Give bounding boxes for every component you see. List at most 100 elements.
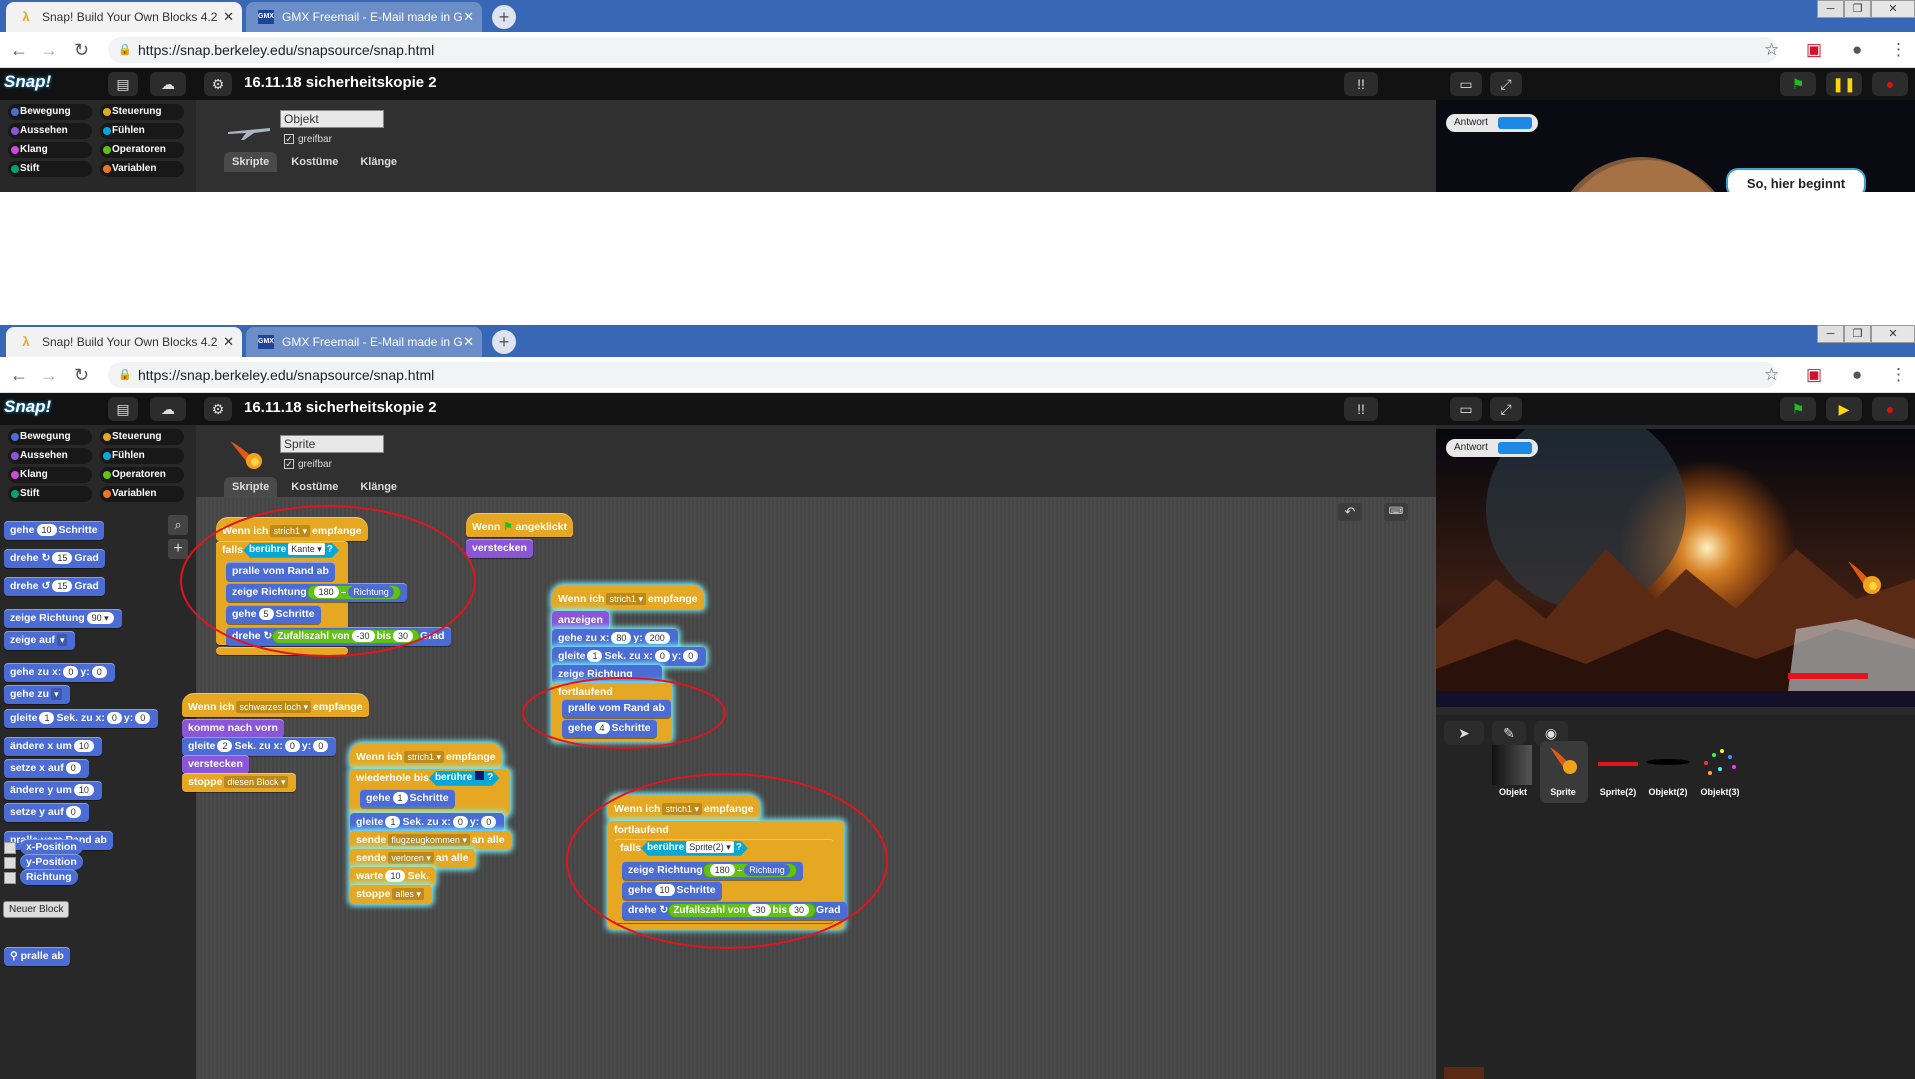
stop-icon[interactable]: ● — [1872, 397, 1908, 421]
paintbrush-icon[interactable]: ✎ — [1492, 721, 1526, 745]
palette-block-turn-left[interactable]: drehe ↺ 15 Grad — [4, 577, 105, 596]
new-tab-button[interactable]: + — [492, 5, 516, 29]
url-field[interactable]: 🔒 https://snap.berkeley.edu/snapsource/s… — [108, 37, 1778, 63]
block-glide[interactable]: gleite 1 Sek. zu x: 0 y: 0 — [552, 647, 707, 666]
palette-block-set-x[interactable]: setze x auf 0 — [4, 759, 89, 778]
undo-icon[interactable]: ↶ — [1338, 503, 1362, 521]
tab-skripte[interactable]: Skripte — [224, 152, 278, 172]
category-fuehlen[interactable]: Fühlen — [100, 123, 184, 139]
unused-blocks-icon[interactable]: !! — [1344, 397, 1378, 421]
palette-block-change-y[interactable]: ändere y um 10 — [4, 781, 102, 800]
stage-size-icon[interactable]: ▭ — [1450, 72, 1482, 96]
pause-icon[interactable]: ❚❚ — [1826, 72, 1862, 96]
corral-thumbnail[interactable] — [1646, 759, 1690, 765]
cloud-icon[interactable]: ☁ — [150, 397, 186, 421]
green-flag-icon[interactable]: ⚑ — [1780, 397, 1816, 421]
file-icon[interactable]: ▤ — [108, 397, 138, 421]
stage-thumbnail[interactable] — [1444, 1067, 1484, 1079]
profile-icon[interactable]: ● — [1852, 40, 1862, 60]
block-glide[interactable]: gleite 2 Sek. zu x: 0 y: 0 — [182, 737, 337, 756]
search-icon[interactable]: ⌕ — [168, 515, 188, 535]
block-hide[interactable]: verstecken — [182, 755, 249, 774]
category-steuerung[interactable]: Steuerung — [100, 104, 184, 120]
category-variablen[interactable]: Variablen — [100, 486, 184, 502]
reporter-x-position[interactable]: x-Position — [20, 839, 83, 855]
close-window-button[interactable]: ✕ — [1871, 325, 1915, 343]
extension-icon[interactable]: ▣ — [1806, 40, 1822, 60]
bookmark-star-icon[interactable]: ☆ — [1764, 365, 1779, 385]
category-bewegung[interactable]: Bewegung — [8, 104, 92, 120]
tab-kostueme[interactable]: Kostüme — [283, 477, 346, 497]
palette-block-point-towards[interactable]: zeige auf ▾ — [4, 631, 76, 650]
block-go-to-front[interactable]: komme nach vorn — [182, 719, 284, 738]
block-broadcast[interactable]: sende verloren ▾ an alle — [350, 849, 475, 868]
stage-size-icon[interactable]: ▭ — [1450, 397, 1482, 421]
category-fuehlen[interactable]: Fühlen — [100, 448, 184, 464]
block-stop[interactable]: stoppe alles ▾ — [350, 885, 432, 904]
add-icon[interactable]: + — [168, 539, 188, 559]
keyboard-icon[interactable]: ⌨ — [1384, 503, 1408, 521]
palette-block-goto-xy[interactable]: gehe zu x: 0 y: 0 — [4, 663, 115, 682]
palette-block-custom[interactable]: ⚲ pralle ab — [4, 947, 70, 966]
maximize-button[interactable]: ❐ — [1844, 0, 1871, 18]
block-wait[interactable]: warte 10 Sek. — [350, 867, 436, 886]
checkbox-direction[interactable] — [4, 872, 16, 884]
draggable-checkbox[interactable]: ✓ greifbar — [284, 134, 332, 145]
category-klang[interactable]: Klang — [8, 142, 92, 158]
category-aussehen[interactable]: Aussehen — [8, 123, 92, 139]
corral-thumbnail[interactable] — [1492, 745, 1532, 785]
settings-gear-icon[interactable]: ⚙ — [204, 72, 232, 96]
category-operatoren[interactable]: Operatoren — [100, 467, 184, 483]
reporter-y-position[interactable]: y-Position — [20, 854, 83, 870]
back-icon[interactable]: ← — [10, 365, 28, 385]
settings-gear-icon[interactable]: ⚙ — [204, 397, 232, 421]
browser-tab-snap[interactable]: λ Snap! Build Your Own Blocks 4.2 ✕ — [6, 2, 242, 32]
minimize-button[interactable]: ─ — [1817, 0, 1844, 18]
turtle-icon[interactable]: ➤ — [1444, 721, 1484, 745]
comet-sprite[interactable] — [1846, 559, 1886, 599]
checkbox-y-position[interactable] — [4, 857, 16, 869]
stop-icon[interactable]: ● — [1872, 72, 1908, 96]
category-variablen[interactable]: Variablen — [100, 161, 184, 177]
hat-block-receive[interactable]: Wenn ich strich1 ▾ empfange — [552, 585, 704, 609]
file-icon[interactable]: ▤ — [108, 72, 138, 96]
minimize-button[interactable]: ─ — [1817, 325, 1844, 343]
extension-icon[interactable]: ▣ — [1806, 365, 1822, 385]
scripting-area[interactable]: ↶ ⌨ Wenn ich strich1 ▾ empfange falls berüh… — [180, 497, 1436, 1079]
cloud-icon[interactable]: ☁ — [150, 72, 186, 96]
play-icon[interactable]: ▶ — [1826, 397, 1862, 421]
block-stop[interactable]: stoppe diesen Block ▾ — [182, 773, 297, 792]
palette-block-glide[interactable]: gleite 1 Sek. zu x: 0 y: 0 — [4, 709, 159, 728]
unused-blocks-icon[interactable]: !! — [1344, 72, 1378, 96]
forward-icon[interactable]: → — [40, 40, 58, 60]
sprite-name-input[interactable]: Sprite — [280, 435, 384, 453]
palette-block-turn-right[interactable]: drehe ↻ 15 Grad — [4, 549, 105, 568]
browser-tab-snap[interactable]: λ Snap! Build Your Own Blocks 4.2 ✕ — [6, 327, 242, 357]
sprite-name-input[interactable]: Objekt — [280, 110, 384, 128]
fullscreen-icon[interactable]: ⤢ — [1490, 72, 1522, 96]
category-klang[interactable]: Klang — [8, 467, 92, 483]
menu-icon[interactable]: ⋮ — [1890, 365, 1907, 385]
red-line-sprite[interactable] — [1788, 673, 1868, 679]
hat-block-receive[interactable]: Wenn ich strich1 ▾ empfange — [350, 743, 502, 767]
new-tab-button[interactable]: + — [492, 330, 516, 354]
back-icon[interactable]: ← — [10, 40, 28, 60]
block-show[interactable]: anzeigen — [552, 611, 609, 630]
block-goto-xy[interactable]: gehe zu x: 80 y: 200 — [552, 629, 678, 648]
url-field[interactable]: 🔒 https://snap.berkeley.edu/snapsource/s… — [108, 362, 1778, 388]
bookmark-star-icon[interactable]: ☆ — [1764, 40, 1779, 60]
stage[interactable]: Antwort So, hier beginnt — [1436, 100, 1915, 192]
corral-thumbnail[interactable] — [1598, 762, 1638, 766]
palette-block-goto[interactable]: gehe zu ▾ — [4, 685, 70, 704]
palette-block-change-x[interactable]: ändere x um 10 — [4, 737, 102, 756]
new-block-button[interactable]: Neuer Block — [3, 901, 70, 918]
close-tab-icon[interactable]: ✕ — [463, 2, 474, 32]
hat-block-green-flag[interactable]: Wenn ⚑ angeklickt — [466, 513, 573, 537]
reload-icon[interactable]: ↻ — [74, 40, 89, 60]
reload-icon[interactable]: ↻ — [74, 365, 89, 385]
tab-kostueme[interactable]: Kostüme — [283, 152, 346, 172]
category-stift[interactable]: Stift — [8, 161, 92, 177]
tab-skripte[interactable]: Skripte — [224, 477, 278, 497]
category-operatoren[interactable]: Operatoren — [100, 142, 184, 158]
palette-block-point-direction[interactable]: zeige Richtung 90 ▾ — [4, 609, 122, 628]
